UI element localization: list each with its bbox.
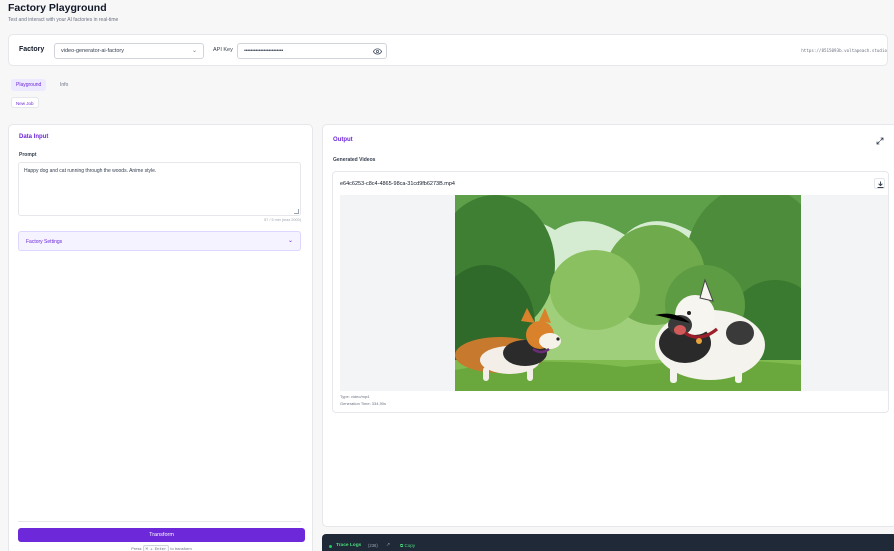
- data-input-title: Data Input: [19, 134, 49, 140]
- kbd-enter: Enter: [154, 546, 167, 551]
- copy-button[interactable]: ⧉ Copy: [400, 543, 415, 548]
- config-bar: Factory video-generator-ai-factory ⌄ API…: [8, 34, 888, 66]
- endpoint-url: https://8515093b.voltapeach.studio: [801, 48, 887, 53]
- new-job-button[interactable]: New Job: [11, 97, 39, 108]
- factory-select[interactable]: video-generator-ai-factory ⌄: [54, 43, 204, 59]
- page-subtitle: Test and interact with your AI factories…: [8, 17, 119, 23]
- trace-logs-label: Trace Logs: [336, 543, 362, 548]
- data-input-panel: Data Input Prompt Happy dog and cat runn…: [8, 124, 313, 551]
- video-type: Type: video/mp4: [340, 394, 370, 399]
- prompt-label: Prompt: [19, 152, 37, 158]
- tab-info[interactable]: Info: [55, 79, 73, 91]
- download-icon: [877, 181, 883, 188]
- expand-arrow-icon[interactable]: ↗: [386, 542, 390, 548]
- video-file-name: e64c6253-c8c4-4865-98ca-31cd9fb6273B.mp4: [340, 181, 455, 187]
- generated-videos-label: Generated Videos: [333, 157, 376, 163]
- chevron-down-icon: ⌄: [191, 48, 197, 54]
- expand-icon[interactable]: [876, 137, 884, 145]
- tab-playground[interactable]: Playground: [11, 79, 47, 91]
- factory-settings-label: Factory Settings: [26, 239, 63, 245]
- transform-button[interactable]: Transform: [18, 528, 305, 542]
- kbd-cmd: ⌘ + Enter: [142, 545, 170, 551]
- prompt-text: Happy dog and cat running through the wo…: [24, 168, 157, 174]
- factory-settings-accordion[interactable]: Factory Settings ⌄: [18, 231, 301, 251]
- apikey-value: ••••••••••••••••••••••••: [244, 48, 284, 54]
- video-card: e64c6253-c8c4-4865-98ca-31cd9fb6273B.mp4: [332, 171, 889, 413]
- video-generation-time: Generation Time: 334,90s: [340, 401, 387, 406]
- video-thumbnail: [455, 195, 801, 391]
- trace-logs-bar[interactable]: Trace Logs (236) ↗ ⧉ Copy: [322, 534, 894, 551]
- char-count: 57 / 5 min (max 2000): [264, 218, 301, 222]
- factory-select-value: video-generator-ai-factory: [61, 48, 124, 54]
- resize-handle-icon[interactable]: [294, 209, 299, 214]
- output-panel: Output Generated Videos e64c6253-c8c4-48…: [322, 124, 894, 527]
- status-dot-icon: [329, 545, 332, 548]
- trace-logs-count: (236): [368, 543, 378, 548]
- output-title: Output: [333, 137, 353, 143]
- apikey-label: API Key: [213, 47, 233, 53]
- factory-label: Factory: [19, 46, 45, 53]
- kbd-plus: +: [150, 546, 153, 551]
- download-button[interactable]: [874, 178, 885, 189]
- hint-prefix: Press: [131, 546, 142, 551]
- eye-icon[interactable]: [373, 47, 382, 56]
- transform-hint: Press ⌘ + Enter to transform: [9, 545, 314, 551]
- page-title: Factory Playground: [8, 2, 107, 14]
- chevron-down-icon: ⌄: [287, 238, 293, 244]
- kbd-cmd-label: ⌘: [145, 546, 148, 551]
- copy-label: Copy: [404, 543, 415, 548]
- prompt-textarea[interactable]: Happy dog and cat running through the wo…: [18, 162, 301, 216]
- apikey-input[interactable]: ••••••••••••••••••••••••: [237, 43, 387, 59]
- video-player[interactable]: [340, 195, 888, 391]
- hint-suffix: to transform: [170, 546, 192, 551]
- divider: [18, 521, 301, 522]
